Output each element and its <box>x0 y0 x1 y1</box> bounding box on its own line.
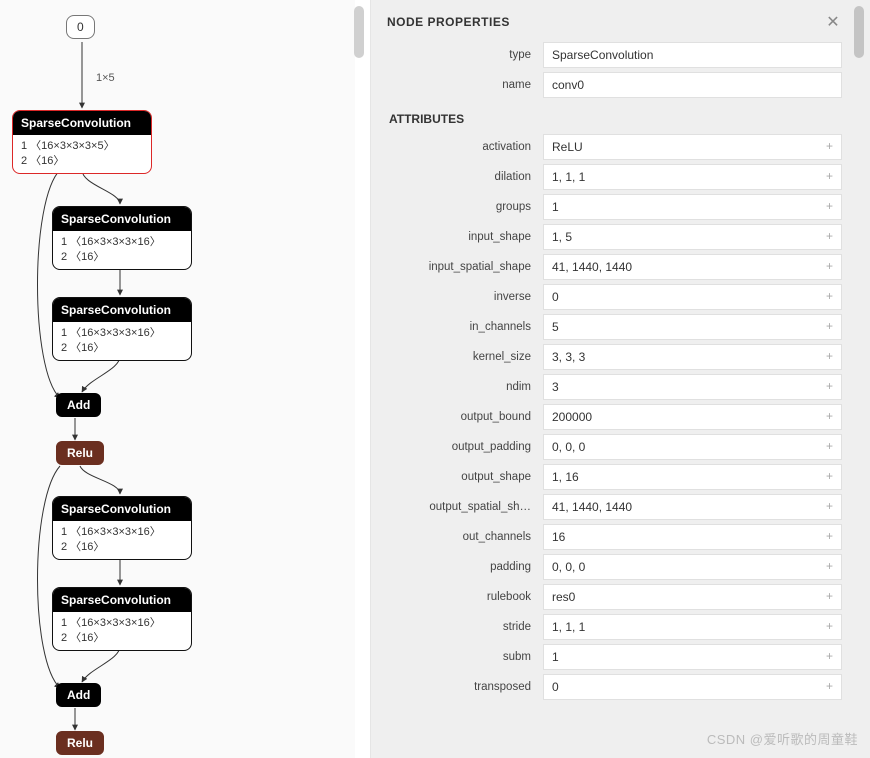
row-activation: activationReLU <box>387 134 842 160</box>
graph-node-conv1[interactable]: SparseConvolution 1 〈16×3×3×3×16〉 2 〈16〉 <box>52 206 192 270</box>
graph-node-add2[interactable]: Add <box>56 683 101 707</box>
graph-scrollbar[interactable] <box>354 6 364 58</box>
panel-scrollbar[interactable] <box>854 6 864 58</box>
node-title: SparseConvolution <box>53 298 191 322</box>
row-type: type SparseConvolution <box>387 42 842 68</box>
node-title: SparseConvolution <box>53 588 191 612</box>
row-ndim: ndim3 <box>387 374 842 400</box>
row-label: type <box>387 49 543 61</box>
node-port: 2 〈16〉 <box>61 250 183 265</box>
panel-title: NODE PROPERTIES <box>387 15 510 29</box>
row-padding: padding0, 0, 0 <box>387 554 842 580</box>
row-value[interactable]: conv0 <box>543 72 842 98</box>
node-title: Relu <box>56 441 104 465</box>
node-port: 1 〈16×3×3×3×16〉 <box>61 235 183 250</box>
properties-panel: NODE PROPERTIES ✕ type SparseConvolution… <box>370 0 870 758</box>
graph-node-conv2[interactable]: SparseConvolution 1 〈16×3×3×3×16〉 2 〈16〉 <box>52 297 192 361</box>
node-title: Add <box>56 393 101 417</box>
node-port: 2 〈16〉 <box>21 154 143 169</box>
graph-node-relu1[interactable]: Relu <box>56 441 104 465</box>
node-title: Relu <box>56 731 104 755</box>
node-title: Add <box>56 683 101 707</box>
close-icon[interactable]: ✕ <box>824 12 842 32</box>
node-port: 2 〈16〉 <box>61 631 183 646</box>
graph-canvas[interactable]: 0 1×5 SparseConvolution 1 〈16×3×3×3×5〉 2… <box>0 0 355 758</box>
row-value[interactable]: SparseConvolution <box>543 42 842 68</box>
graph-node-relu2[interactable]: Relu <box>56 731 104 755</box>
graph-node-conv3[interactable]: SparseConvolution 1 〈16×3×3×3×16〉 2 〈16〉 <box>52 496 192 560</box>
graph-node-input[interactable]: 0 <box>66 15 95 39</box>
row-output-shape: output_shape1, 16 <box>387 464 842 490</box>
graph-node-conv4[interactable]: SparseConvolution 1 〈16×3×3×3×16〉 2 〈16〉 <box>52 587 192 651</box>
graph-node-add1[interactable]: Add <box>56 393 101 417</box>
node-title: SparseConvolution <box>13 111 151 135</box>
row-output-padding: output_padding0, 0, 0 <box>387 434 842 460</box>
watermark: CSDN @爱听歌的周童鞋 <box>707 729 858 748</box>
attributes-section-title: ATTRIBUTES <box>389 112 842 126</box>
node-title: SparseConvolution <box>53 497 191 521</box>
row-output-spatial-shape: output_spatial_sh…41, 1440, 1440 <box>387 494 842 520</box>
row-subm: subm1 <box>387 644 842 670</box>
graph-node-conv0[interactable]: SparseConvolution 1 〈16×3×3×3×5〉 2 〈16〉 <box>12 110 152 174</box>
row-name: name conv0 <box>387 72 842 98</box>
row-rulebook: rulebookres0 <box>387 584 842 610</box>
row-stride: stride1, 1, 1 <box>387 614 842 640</box>
row-dilation: dilation1, 1, 1 <box>387 164 842 190</box>
row-input-shape: input_shape1, 5 <box>387 224 842 250</box>
node-port: 1 〈16×3×3×3×16〉 <box>61 616 183 631</box>
node-port: 1 〈16×3×3×3×16〉 <box>61 525 183 540</box>
node-port: 1 〈16×3×3×3×16〉 <box>61 326 183 341</box>
row-out-channels: out_channels16 <box>387 524 842 550</box>
edge-label: 1×5 <box>96 72 115 84</box>
row-label: name <box>387 79 543 91</box>
row-output-bound: output_bound200000 <box>387 404 842 430</box>
row-groups: groups1 <box>387 194 842 220</box>
node-label: 0 <box>77 20 84 34</box>
row-input-spatial-shape: input_spatial_shape41, 1440, 1440 <box>387 254 842 280</box>
node-title: SparseConvolution <box>53 207 191 231</box>
row-in-channels: in_channels5 <box>387 314 842 340</box>
row-inverse: inverse0 <box>387 284 842 310</box>
node-port: 2 〈16〉 <box>61 341 183 356</box>
row-transposed: transposed0 <box>387 674 842 700</box>
node-port: 2 〈16〉 <box>61 540 183 555</box>
node-port: 1 〈16×3×3×3×5〉 <box>21 139 143 154</box>
row-kernel-size: kernel_size3, 3, 3 <box>387 344 842 370</box>
